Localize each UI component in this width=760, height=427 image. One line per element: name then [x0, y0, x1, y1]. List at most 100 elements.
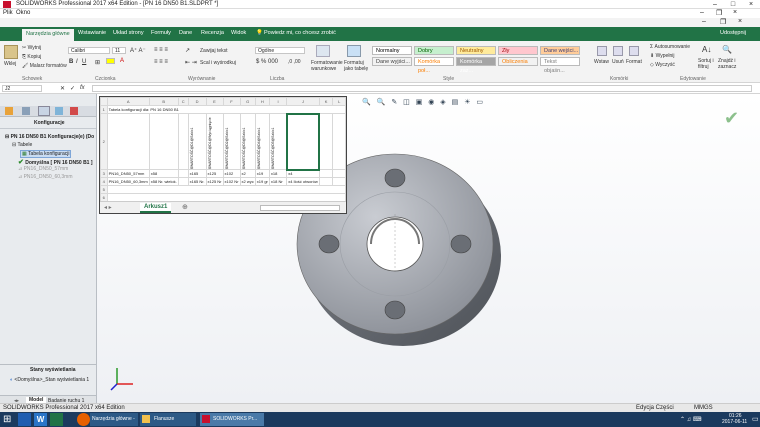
- cell-style-9[interactable]: Tekst objaśn...: [540, 57, 580, 74]
- sheet-cell[interactable]: x165 Nr.: [187, 177, 207, 186]
- col-header-f[interactable]: F: [222, 97, 241, 106]
- word-w-icon[interactable]: W: [34, 413, 47, 426]
- row-header[interactable]: 4: [100, 177, 108, 186]
- row-header[interactable]: 2: [100, 113, 108, 170]
- dimxpert-tab-icon[interactable]: [55, 107, 63, 115]
- sheet-cell[interactable]: [332, 169, 346, 178]
- orientation-icon[interactable]: ↗: [185, 47, 190, 54]
- sheet-cell[interactable]: x2: [239, 169, 256, 178]
- sheet-cell[interactable]: [148, 113, 179, 170]
- col-header-k[interactable]: K: [318, 97, 334, 106]
- col-header-h[interactable]: H: [254, 97, 270, 106]
- tab-formulas[interactable]: Formuły: [151, 30, 171, 36]
- col-header-l[interactable]: L: [332, 97, 346, 106]
- cell-style-3[interactable]: Zły: [498, 46, 538, 55]
- sheet-cell[interactable]: x4 Ilość otworów: [286, 177, 320, 186]
- cell-style-1[interactable]: Dobry: [414, 46, 454, 55]
- wrap-text-button[interactable]: Zawijaj tekst: [200, 48, 228, 54]
- row-header[interactable]: 5: [100, 185, 108, 194]
- taskbar-item-excel[interactable]: Narzędzia główne - P...: [90, 413, 138, 426]
- autosum-button[interactable]: Σ Autosumowanie: [650, 44, 690, 50]
- col-header-d[interactable]: D: [187, 97, 207, 106]
- sheet-cell[interactable]: x102 Nr: [222, 177, 241, 186]
- sheet-cell[interactable]: x19 gr: [254, 177, 270, 186]
- cell-style-4[interactable]: Dane wejści...: [540, 46, 580, 55]
- confirm-entry-icon[interactable]: ✓: [70, 85, 75, 92]
- menu-window[interactable]: Okno: [16, 10, 30, 16]
- conditional-format-icon[interactable]: [316, 45, 330, 57]
- configuration-manager-tab-icon[interactable]: [38, 106, 50, 116]
- format-table-icon[interactable]: [347, 45, 361, 57]
- bold-button[interactable]: B: [69, 59, 73, 65]
- borders-icon[interactable]: ⊞: [95, 59, 100, 66]
- sheet-cell[interactable]: x125 Nr: [205, 177, 224, 186]
- name-box[interactable]: J2: [2, 85, 42, 92]
- config-name-cell[interactable]: PN16_DN50_57mm: [106, 169, 150, 178]
- close-button[interactable]: ×: [742, 0, 760, 9]
- sheet-cell[interactable]: x102: [222, 169, 241, 178]
- param-header[interactable]: $WARTOŚĆ@D5@Szkic1: [271, 115, 275, 169]
- word-icon[interactable]: [18, 413, 31, 426]
- currency-icon[interactable]: $ % 000: [256, 59, 278, 65]
- sheet-cell[interactable]: x2 wyc: [239, 177, 256, 186]
- tree-item-config-57[interactable]: ⊿ PN16_DN50_57mm: [18, 166, 68, 172]
- col-header-i[interactable]: I: [268, 97, 288, 106]
- conditional-format-button[interactable]: Formatowanie warunkowe: [311, 60, 343, 72]
- tree-item-root[interactable]: ⊟ PN 16 DN50 B1 Konfiguracje(e) (Do: [5, 134, 94, 140]
- sheet-cell[interactable]: [332, 177, 346, 186]
- tab-page-layout[interactable]: Układ strony: [113, 30, 144, 36]
- sheet-cell[interactable]: [177, 169, 189, 178]
- format-painter-button[interactable]: 🖌 Malarz formatów: [22, 63, 67, 69]
- tab-home[interactable]: Narzędzia główne: [22, 29, 74, 41]
- find-select-button[interactable]: Znajdź i zaznacz: [718, 58, 738, 70]
- sort-filter-button[interactable]: Sortuj i filtruj: [698, 58, 718, 70]
- sheet-cell[interactable]: [177, 113, 189, 170]
- delete-cells-icon[interactable]: [613, 46, 623, 56]
- horizontal-scrollbar[interactable]: [260, 205, 340, 211]
- delete-cells-button[interactable]: Usuń: [612, 59, 624, 65]
- sheet-cell[interactable]: [177, 177, 189, 186]
- italic-button[interactable]: I: [76, 59, 78, 65]
- cancel-entry-icon[interactable]: ✕: [60, 85, 65, 92]
- clock-date[interactable]: 2017-06-11: [722, 419, 747, 425]
- align-left-icon[interactable]: ≡ ≡ ≡: [154, 59, 168, 65]
- fill-button[interactable]: ⬇ Wypełnij: [650, 53, 674, 59]
- tell-me-input[interactable]: Powiedz mi, co chcesz zrobić: [264, 30, 336, 36]
- row-header[interactable]: 3: [100, 169, 108, 178]
- sheet-cell[interactable]: x165: [187, 169, 207, 178]
- firefox-icon[interactable]: [77, 413, 90, 426]
- restore-doc-icon[interactable]: ❐: [716, 9, 722, 17]
- sheet-nav-icon[interactable]: ◂ ▸: [104, 204, 112, 211]
- sheet-cell[interactable]: [106, 193, 346, 201]
- tray-icons[interactable]: ⌃ ♫ ⌨: [680, 416, 702, 423]
- excel-close-icon[interactable]: ×: [738, 18, 742, 25]
- col-header-a[interactable]: A: [106, 97, 150, 106]
- cell-style-7[interactable]: Komórka zaz...: [456, 57, 496, 74]
- param-header[interactable]: $WARTOŚĆ@D4@Szkic1: [257, 115, 261, 169]
- tree-item-config-60[interactable]: ⊿ PN16_DN50_60,3mm: [18, 174, 73, 180]
- excel-restore-icon[interactable]: ❐: [720, 18, 726, 26]
- sheet-cell[interactable]: [318, 113, 334, 170]
- maximize-button[interactable]: □: [724, 0, 742, 9]
- sheet-cell[interactable]: [106, 113, 150, 170]
- param-header[interactable]: $WARTOŚĆ@D1@Wyciągnięcie: [208, 115, 212, 168]
- heads-up-view-toolbar[interactable]: 🔍 🔍 ✎ ◫ ▣ ◉ ◈ ▤ ☀ ▭: [362, 98, 522, 108]
- decimal-icon[interactable]: ,0 ,00: [288, 59, 301, 65]
- col-header-e[interactable]: E: [205, 97, 224, 106]
- row-header[interactable]: 1: [100, 105, 108, 114]
- number-format-select[interactable]: Ogólne: [255, 47, 305, 54]
- sheet-cell[interactable]: [318, 177, 334, 186]
- find-select-icon[interactable]: 🔍: [722, 45, 732, 54]
- col-header-g[interactable]: G: [239, 97, 256, 106]
- tab-insert[interactable]: Wstawianie: [78, 30, 106, 36]
- confirm-corner-check-icon[interactable]: ✔: [724, 108, 739, 129]
- excel-icon[interactable]: [50, 413, 63, 426]
- minimize-doc-icon[interactable]: –: [700, 9, 704, 16]
- tab-review[interactable]: Recenzja: [201, 30, 224, 36]
- sheet-cell[interactable]: [318, 169, 334, 178]
- copy-button[interactable]: ⎘ Kopiuj: [22, 54, 41, 60]
- display-manager-tab-icon[interactable]: [70, 107, 78, 115]
- font-color-icon[interactable]: A: [120, 58, 124, 64]
- property-manager-tab-icon[interactable]: [22, 107, 30, 115]
- cell-style-2[interactable]: Neutralny: [456, 46, 496, 55]
